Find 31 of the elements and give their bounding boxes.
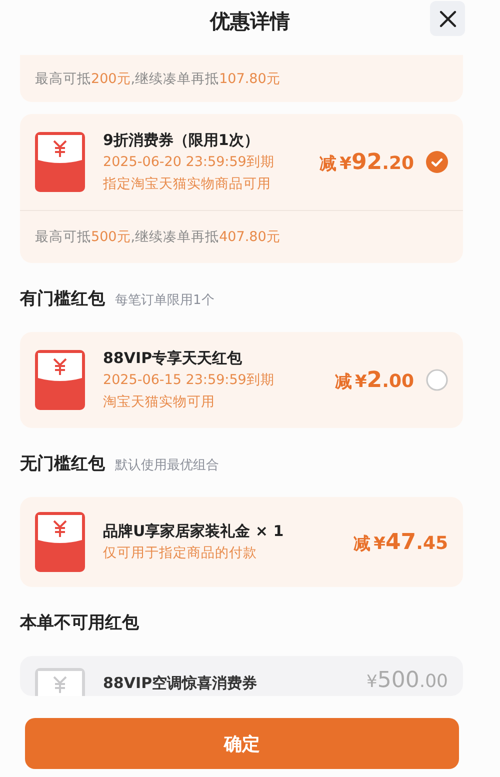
coupon-detail: 2025-06-15 23:59:59到期 — [103, 371, 276, 390]
envelope-icon — [35, 512, 85, 572]
discount-amount: 减 ¥47.45 — [354, 530, 448, 554]
close-button[interactable] — [430, 1, 465, 36]
coupon-title: 88VIP空调惊喜消费券 — [103, 673, 258, 694]
coupon-title: 9折消费券（限用1次） — [103, 130, 260, 151]
close-icon — [438, 10, 456, 28]
coupon-title: 品牌U享家居家装礼金 × 1 — [103, 521, 285, 542]
coupon-detail: 仅可用于指定商品的付款 — [103, 544, 258, 563]
section-subtitle: 每笔订单限用1个 — [115, 292, 214, 309]
coupon-title: 88VIP专享天天红包 — [103, 348, 244, 369]
radio-button[interactable] — [426, 369, 448, 391]
limit-note: 最高可抵500元,继续凑单再抵407.80元 — [20, 210, 463, 263]
discount-amount: 减 ¥92.20 — [320, 150, 414, 174]
discount-amount: 减 ¥2.00 — [334, 368, 414, 392]
coupon-detail: 2025-06-20 23:59:59到期 — [103, 153, 276, 172]
page-title: 优惠详情 — [210, 8, 290, 34]
section-title: 无门槛红包 — [20, 453, 105, 475]
coupon-card[interactable]: 88VIP专享天天红包 2025-06-15 23:59:59到期 淘宝天猫实物可用 减 ¥2.00 — [20, 332, 463, 428]
coupon-card[interactable]: 9折消费券（限用1次） 2025-06-20 23:59:59到期 指定淘宝天猫实物商品可用 减 ¥92.20 最高可抵500元,继续凑单再抵407.80元 — [20, 114, 463, 263]
checked-radio-icon[interactable] — [426, 151, 448, 173]
section-title: 有门槛红包 — [20, 288, 105, 310]
coupon-detail: 淘宝天猫实物可用 — [103, 393, 216, 412]
coupon-card[interactable]: 品牌U享家居家装礼金 × 1 仅可用于指定商品的付款 减 ¥47.45 — [20, 497, 463, 587]
envelope-icon — [35, 132, 85, 192]
limit-note: 最高可抵200元,继续凑单再抵107.80元 — [34, 70, 282, 88]
section-title: 本单不可用红包 — [20, 612, 139, 634]
coupon-detail: 指定淘宝天猫实物商品可用 — [103, 175, 272, 194]
section-subtitle: 默认使用最优组合 — [115, 457, 219, 474]
discount-amount: ¥500.00 — [366, 668, 448, 693]
envelope-icon — [35, 350, 85, 410]
